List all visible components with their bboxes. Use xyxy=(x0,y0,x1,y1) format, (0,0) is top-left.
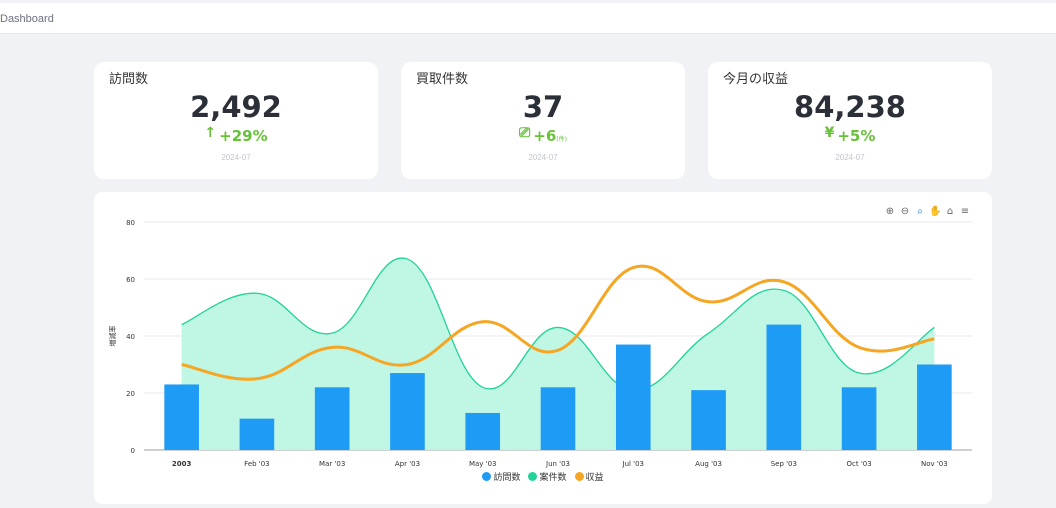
visits-card: 訪問数 2,492 ↑ +29% 2024-07 xyxy=(94,62,378,179)
bar-visits xyxy=(390,373,425,450)
y-tick-label: 80 xyxy=(126,219,135,227)
x-tick-label: 2003 xyxy=(172,460,192,468)
pan-hand-icon[interactable]: ✋ xyxy=(929,206,941,218)
legend-dot xyxy=(574,472,584,481)
purchases-card: 買取件数 37 ⎚ +6(件) 2024-07 xyxy=(401,62,685,179)
bar-visits xyxy=(615,344,651,450)
bar-visits xyxy=(841,387,877,450)
x-tick-label: Apr '03 xyxy=(395,460,420,468)
legend-label: 収益 xyxy=(585,473,604,483)
x-tick-label: Feb '03 xyxy=(244,460,269,468)
bar-visits xyxy=(314,387,350,450)
card-value: 84,238 xyxy=(794,90,906,124)
bar-visits xyxy=(239,418,275,450)
bar-visits xyxy=(465,412,501,450)
card-value: 37 xyxy=(522,90,564,124)
zoom-in-icon[interactable]: ⊕ xyxy=(884,206,896,218)
legend-dot xyxy=(482,472,492,481)
legend-item-cases[interactable]: 案件数 xyxy=(528,470,567,483)
chart-toolbox: ⊕ ⊖ ⌕ ✋ ⌂ ≡ xyxy=(884,206,971,218)
menu-icon[interactable]: ≡ xyxy=(959,206,971,218)
y-tick-label: 0 xyxy=(131,447,135,455)
y-axis-label: 増減率 xyxy=(108,326,117,347)
card-date: 2024-07 xyxy=(835,153,865,162)
card-title: 今月の収益 xyxy=(723,72,789,87)
combo-chart: 0 20 40 60 80 増減率 2003 Feb '03 Mar '03 Apr '03 May… xyxy=(108,219,972,468)
y-tick-label: 20 xyxy=(126,390,135,398)
change-unit: (件) xyxy=(556,136,567,143)
x-tick-label: Sep '03 xyxy=(771,460,797,468)
receipt-icon: ⎚ xyxy=(519,125,531,141)
bar-visits xyxy=(540,387,576,450)
legend-item-visits[interactable]: 訪問数 xyxy=(482,470,520,483)
card-date: 2024-07 xyxy=(528,153,558,162)
card-title: 買取件数 xyxy=(416,72,469,87)
x-tick-label: May '03 xyxy=(469,460,497,468)
legend-dot xyxy=(528,472,538,481)
change-value: +6 xyxy=(533,127,557,145)
legend-label: 案件数 xyxy=(539,473,567,483)
legend-item-revenue[interactable]: 収益 xyxy=(574,470,604,483)
y-tick-label: 60 xyxy=(126,276,135,284)
chart-legend: 訪問数 案件数 収益 xyxy=(94,470,992,483)
x-tick-label: Jul '03 xyxy=(622,460,645,468)
change-value: +5% xyxy=(837,127,876,145)
x-tick-label: Aug '03 xyxy=(695,460,722,468)
card-value: 2,492 xyxy=(190,90,282,124)
card-date: 2024-07 xyxy=(221,153,251,162)
card-title: 訪問数 xyxy=(109,72,149,87)
x-tick-label: Jun '03 xyxy=(545,460,570,468)
chart-card: 0 20 40 60 80 増減率 2003 Feb '03 Mar '03 Apr '03 May… xyxy=(94,192,992,504)
card-change: ⎚ +6(件) xyxy=(401,125,685,145)
card-change: ¥ +5% xyxy=(708,125,992,145)
arrow-up-icon: ↑ xyxy=(204,125,217,141)
bar-visits xyxy=(766,324,802,450)
card-change: ↑ +29% xyxy=(94,125,378,145)
x-tick-label: Oct '03 xyxy=(847,460,872,468)
change-value: +29% xyxy=(219,127,268,145)
bar-visits xyxy=(691,390,726,450)
zoom-out-icon[interactable]: ⊖ xyxy=(899,206,911,218)
magnify-icon[interactable]: ⌕ xyxy=(914,206,926,218)
top-bar: Dashboard xyxy=(0,3,1056,34)
breadcrumb[interactable]: Dashboard xyxy=(0,13,54,25)
x-tick-label: Nov '03 xyxy=(921,460,948,468)
legend-label: 訪問数 xyxy=(493,473,521,483)
y-tick-label: 40 xyxy=(126,333,135,341)
bar-visits xyxy=(917,364,952,450)
revenue-card: 今月の収益 84,238 ¥ +5% 2024-07 xyxy=(708,62,992,179)
x-tick-label: Mar '03 xyxy=(319,460,345,468)
yen-icon: ¥ xyxy=(824,125,835,141)
bar-visits xyxy=(164,384,199,450)
home-icon[interactable]: ⌂ xyxy=(944,206,956,218)
